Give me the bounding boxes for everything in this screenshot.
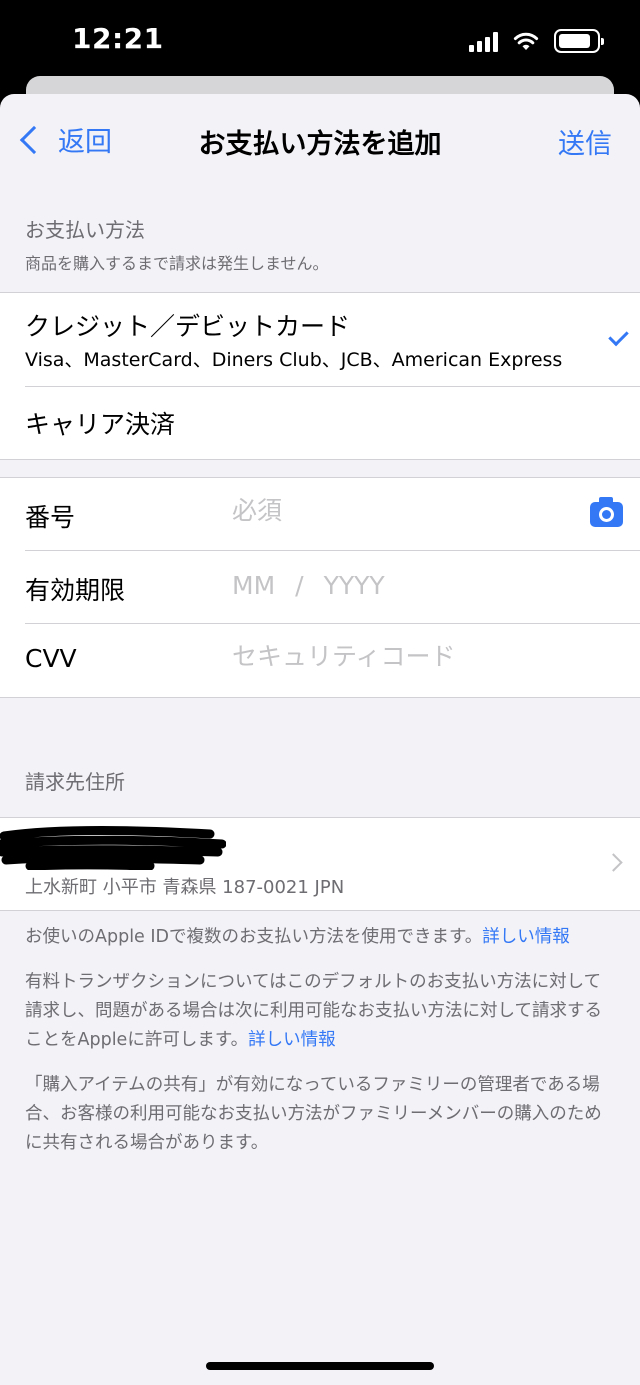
cellular-signal-icon bbox=[469, 30, 498, 52]
footer-note-2: 有料トランザクションについてはこのデフォルトのお支払い方法に対して請求し、問題が… bbox=[25, 968, 615, 1055]
card-form: 番号 有効期限 MM / YYYY CVV bbox=[0, 477, 640, 698]
expiry-separator: / bbox=[295, 571, 304, 600]
status-icons bbox=[469, 28, 604, 54]
payment-section-header: お支払い方法 商品を購入するまで請求は発生しません。 bbox=[0, 186, 640, 292]
redacted-name bbox=[0, 826, 226, 870]
footer-note-3: 「購入アイテムの共有」が有効になっているファミリーの管理者である場合、お客様の利… bbox=[25, 1071, 615, 1158]
cvv-label: CVV bbox=[25, 644, 77, 673]
send-button[interactable]: 送信 bbox=[558, 122, 612, 161]
billing-address-row[interactable]: 上水新町 小平市 青森県 187-0021 JPN bbox=[0, 817, 640, 911]
expiry-input[interactable]: MM / YYYY bbox=[232, 571, 385, 600]
back-label: 返回 bbox=[58, 127, 112, 158]
camera-icon[interactable] bbox=[590, 497, 623, 527]
billing-address-text: 上水新町 小平市 青森県 187-0021 JPN bbox=[25, 877, 345, 898]
payment-option-card-title: クレジット／デビットカード bbox=[25, 312, 351, 341]
cvv-row: CVV bbox=[0, 624, 640, 697]
expiry-row: 有効期限 MM / YYYY bbox=[0, 551, 640, 624]
add-payment-sheet: 返回 お支払い方法を追加 送信 お支払い方法 商品を購入するまで請求は発生しませ… bbox=[0, 94, 640, 1385]
learn-more-link-1[interactable]: 詳しい情報 bbox=[482, 927, 570, 947]
battery-level-fill bbox=[559, 34, 590, 48]
wifi-icon bbox=[513, 32, 539, 50]
payment-section-title: お支払い方法 bbox=[25, 218, 145, 242]
footer-note-3-text: 「購入アイテムの共有」が有効になっているファミリーの管理者である場合、お客様の利… bbox=[25, 1075, 602, 1153]
card-number-row: 番号 bbox=[0, 478, 640, 551]
navigation-bar: 返回 お支払い方法を追加 送信 bbox=[0, 94, 640, 186]
payment-section-subtitle: 商品を購入するまで請求は発生しません。 bbox=[25, 254, 329, 273]
billing-address-header: 請求先住所 bbox=[25, 770, 125, 794]
chevron-right-icon bbox=[604, 853, 623, 872]
expiry-label: 有効期限 bbox=[25, 576, 126, 605]
expiry-month-placeholder: MM bbox=[232, 571, 276, 600]
camera-lens bbox=[599, 507, 614, 522]
payment-option-card[interactable]: クレジット／デビットカード Visa、MasterCard、Diners Clu… bbox=[25, 293, 640, 387]
back-button[interactable]: 返回 bbox=[14, 120, 112, 159]
home-indicator[interactable] bbox=[206, 1362, 434, 1370]
cvv-input[interactable] bbox=[232, 642, 572, 671]
status-bar: 12:21 bbox=[0, 0, 640, 86]
payment-option-carrier[interactable]: キャリア決済 bbox=[0, 387, 640, 459]
payment-option-card-brands: Visa、MasterCard、Diners Club、JCB、American… bbox=[25, 349, 563, 371]
learn-more-link-2[interactable]: 詳しい情報 bbox=[248, 1030, 336, 1050]
battery-icon bbox=[554, 29, 604, 53]
payment-method-list: クレジット／デビットカード Visa、MasterCard、Diners Clu… bbox=[0, 292, 640, 460]
footer-note-1: お使いのApple IDで複数のお支払い方法を使用できます。詳しい情報 bbox=[25, 923, 615, 952]
expiry-year-placeholder: YYYY bbox=[323, 571, 385, 600]
chevron-left-icon bbox=[19, 125, 49, 154]
payment-option-carrier-title: キャリア決済 bbox=[25, 410, 176, 439]
status-time: 12:21 bbox=[72, 22, 164, 55]
checkmark-icon bbox=[608, 325, 629, 347]
footer-notes: お使いのApple IDで複数のお支払い方法を使用できます。詳しい情報 有料トラ… bbox=[0, 911, 640, 1158]
card-number-label: 番号 bbox=[25, 503, 76, 532]
footer-note-1-text: お使いのApple IDで複数のお支払い方法を使用できます。 bbox=[25, 927, 483, 947]
card-number-input[interactable] bbox=[232, 496, 572, 525]
